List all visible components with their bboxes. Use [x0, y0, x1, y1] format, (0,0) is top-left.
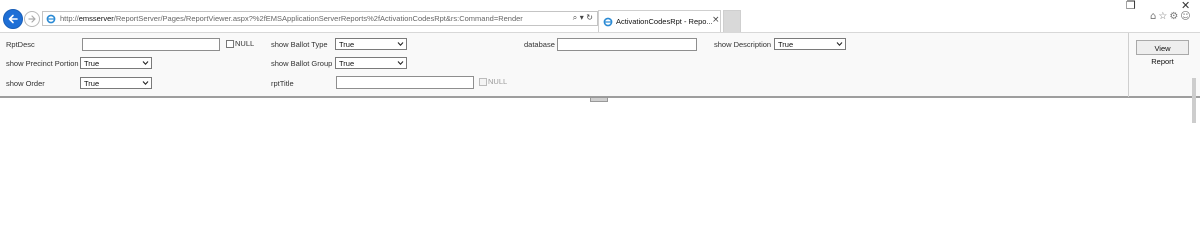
show-ballot-group-label: show Ballot Group [271, 59, 333, 68]
browser-tab[interactable]: ActivationCodesRpt - Repo... × [598, 10, 721, 32]
internet-explorer-icon [603, 17, 613, 27]
show-precinct-portion-label: show Precinct Portion [6, 59, 79, 68]
view-report-button[interactable]: View Report [1136, 40, 1189, 66]
restore-window-icon[interactable]: ❐ [1126, 0, 1136, 12]
url-prefix: http:// [60, 14, 79, 23]
chevron-down-icon [142, 61, 149, 66]
database-label: database [524, 40, 555, 49]
rptdesc-null-label: NULL [235, 39, 255, 48]
url-path: /ReportServer/Pages/ReportViewer.aspx?%2… [113, 14, 523, 23]
show-precinct-portion-select[interactable]: True [80, 57, 152, 69]
show-ballot-type-select[interactable]: True [335, 38, 407, 50]
show-precinct-portion-value: True [84, 59, 100, 68]
show-ballot-group-value: True [339, 59, 355, 68]
show-description-select[interactable]: True [774, 38, 846, 50]
show-order-label: show Order [6, 79, 45, 88]
chevron-down-icon [836, 42, 843, 47]
rpttitle-null-label: NULL [488, 77, 508, 86]
address-bar[interactable]: http://emsserver/ReportServer/Pages/Repo… [42, 11, 598, 26]
url-host: emsserver [78, 14, 114, 23]
panel-scrollbar[interactable] [1192, 78, 1196, 123]
forward-button[interactable] [24, 11, 40, 27]
panel-divider [1128, 33, 1129, 97]
rpttitle-input[interactable] [336, 76, 474, 89]
rptdesc-label: RptDesc [6, 40, 35, 49]
rptdesc-null-checkbox[interactable] [226, 40, 234, 48]
browser-chrome: ❐ ✕ http://emsserver/ReportServer/Pages/… [0, 0, 1200, 32]
show-order-value: True [84, 79, 100, 88]
chevron-down-icon [397, 42, 404, 47]
show-ballot-group-select[interactable]: True [335, 57, 407, 69]
rpttitle-null-checkbox[interactable] [479, 78, 487, 86]
tab-title: ActivationCodesRpt - Repo... [616, 17, 713, 26]
collapse-parameters-handle[interactable] [590, 97, 608, 102]
toolbar-icons[interactable]: ⌂☆⚙☺ [1150, 11, 1193, 22]
arrow-right-icon [28, 15, 36, 23]
back-button[interactable] [3, 9, 23, 29]
internet-explorer-icon [46, 14, 56, 24]
rptdesc-input[interactable] [82, 38, 220, 51]
show-order-select[interactable]: True [80, 77, 152, 89]
chevron-down-icon [142, 81, 149, 86]
show-description-label: show Description [714, 40, 772, 49]
close-icon[interactable]: × [712, 15, 720, 25]
chevron-down-icon [397, 61, 404, 66]
show-ballot-type-label: show Ballot Type [271, 40, 328, 49]
arrow-left-icon [8, 14, 18, 24]
report-parameters-panel: RptDesc NULL show Ballot Type True datab… [0, 32, 1200, 123]
show-ballot-type-value: True [339, 40, 355, 49]
new-tab-button[interactable] [723, 10, 741, 32]
search-refresh-icons[interactable]: ⌕ ▾ ↻ [573, 13, 593, 23]
rpttitle-label: rptTitle [271, 79, 294, 88]
address-url[interactable]: http://emsserver/ReportServer/Pages/Repo… [60, 14, 523, 23]
database-input[interactable] [557, 38, 697, 51]
show-description-value: True [778, 40, 794, 49]
